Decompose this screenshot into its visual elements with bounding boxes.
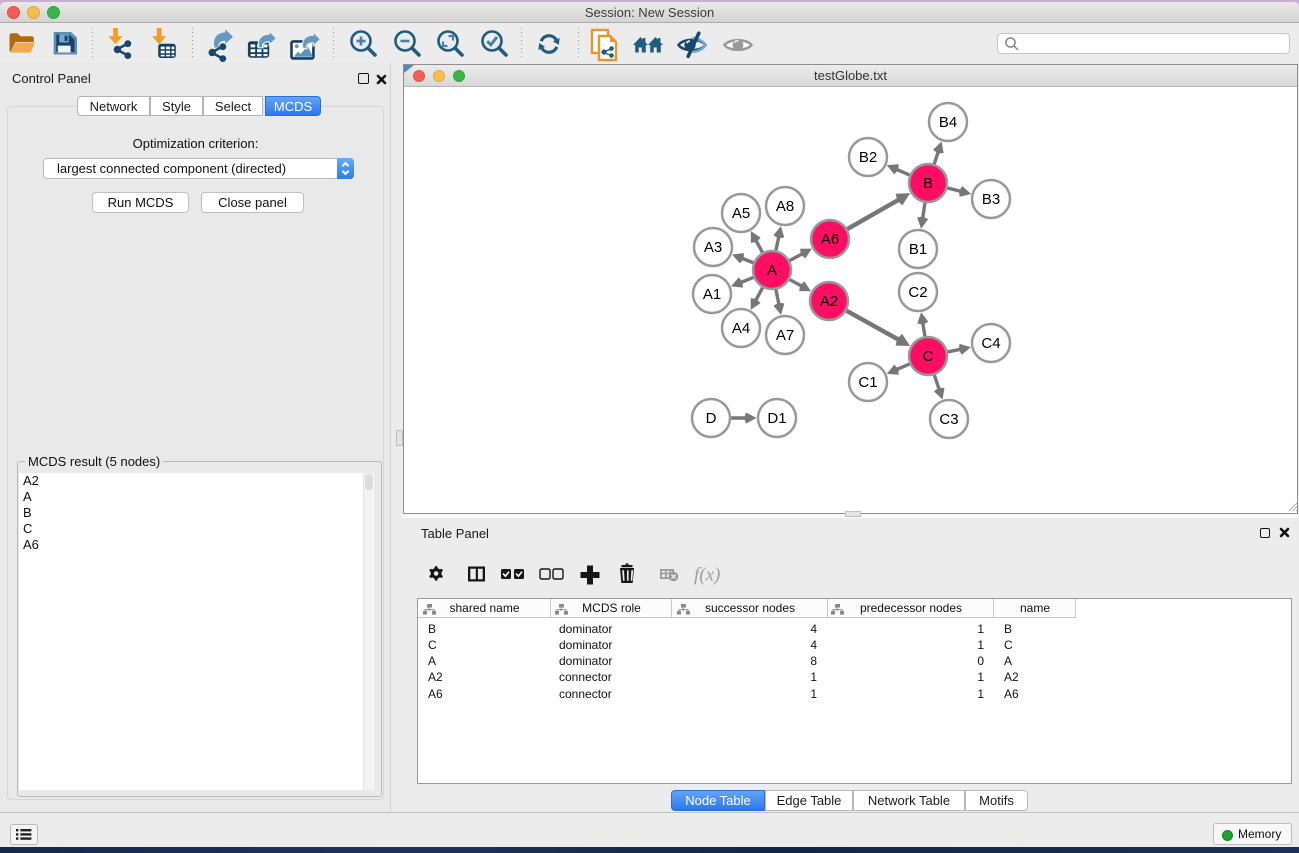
svg-text:A7: A7 bbox=[776, 327, 794, 344]
svg-text:f(x): f(x) bbox=[694, 565, 720, 586]
svg-text:A3: A3 bbox=[704, 239, 722, 256]
svg-text:C3: C3 bbox=[939, 411, 958, 428]
svg-text:A1: A1 bbox=[703, 286, 721, 303]
svg-text:A8: A8 bbox=[776, 198, 794, 215]
svg-text:A5: A5 bbox=[732, 205, 750, 222]
svg-text:C4: C4 bbox=[981, 335, 1000, 352]
svg-text:D: D bbox=[706, 410, 717, 427]
svg-text:A2: A2 bbox=[820, 293, 838, 310]
svg-text:A: A bbox=[767, 262, 777, 279]
svg-text:C2: C2 bbox=[908, 284, 927, 301]
svg-text:A6: A6 bbox=[821, 231, 839, 248]
svg-text:B: B bbox=[923, 175, 933, 192]
svg-text:D1: D1 bbox=[767, 410, 786, 427]
svg-text:B2: B2 bbox=[859, 149, 877, 166]
svg-text:B1: B1 bbox=[909, 241, 927, 258]
svg-text:B4: B4 bbox=[939, 114, 957, 131]
svg-text:C1: C1 bbox=[858, 374, 877, 391]
svg-text:C: C bbox=[923, 348, 934, 365]
svg-text:B3: B3 bbox=[982, 191, 1000, 208]
svg-text:A4: A4 bbox=[732, 320, 750, 337]
